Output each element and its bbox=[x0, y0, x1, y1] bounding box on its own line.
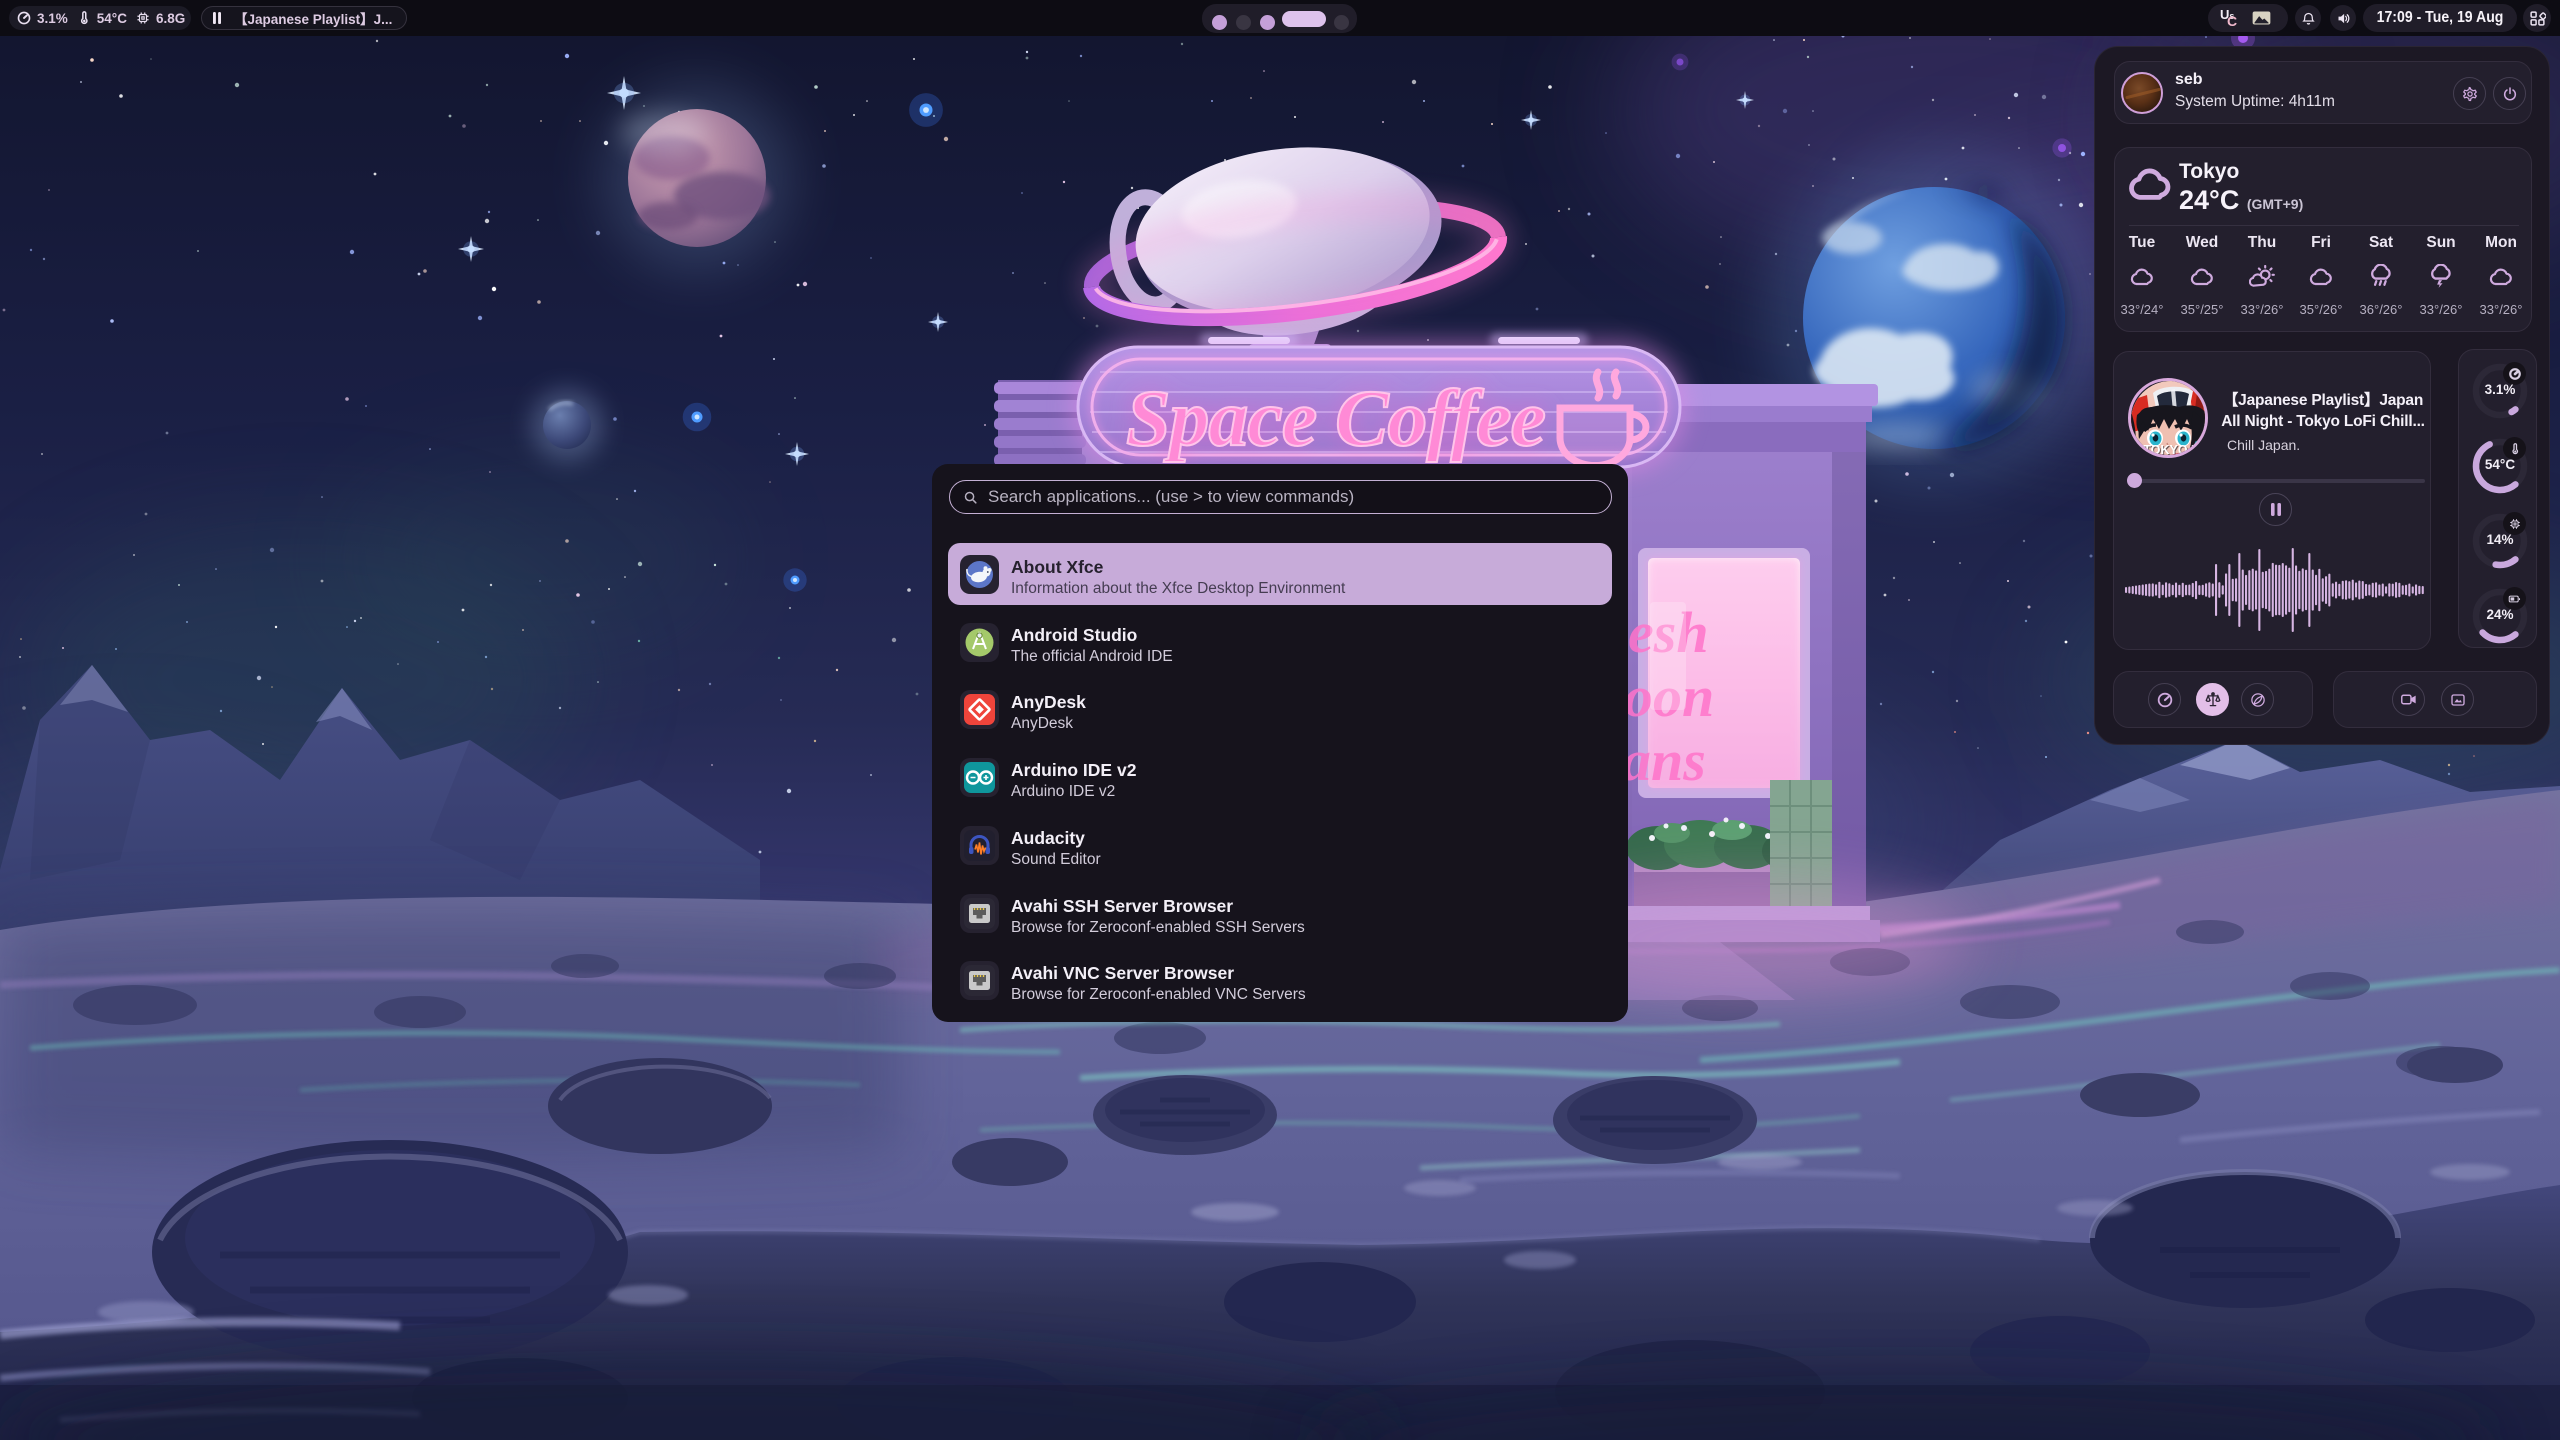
svg-text:Space Coffee: Space Coffee bbox=[1126, 375, 1546, 463]
svg-text:ans: ans bbox=[1622, 728, 1706, 793]
svg-text:TOKYO L: TOKYO L bbox=[2143, 443, 2199, 457]
